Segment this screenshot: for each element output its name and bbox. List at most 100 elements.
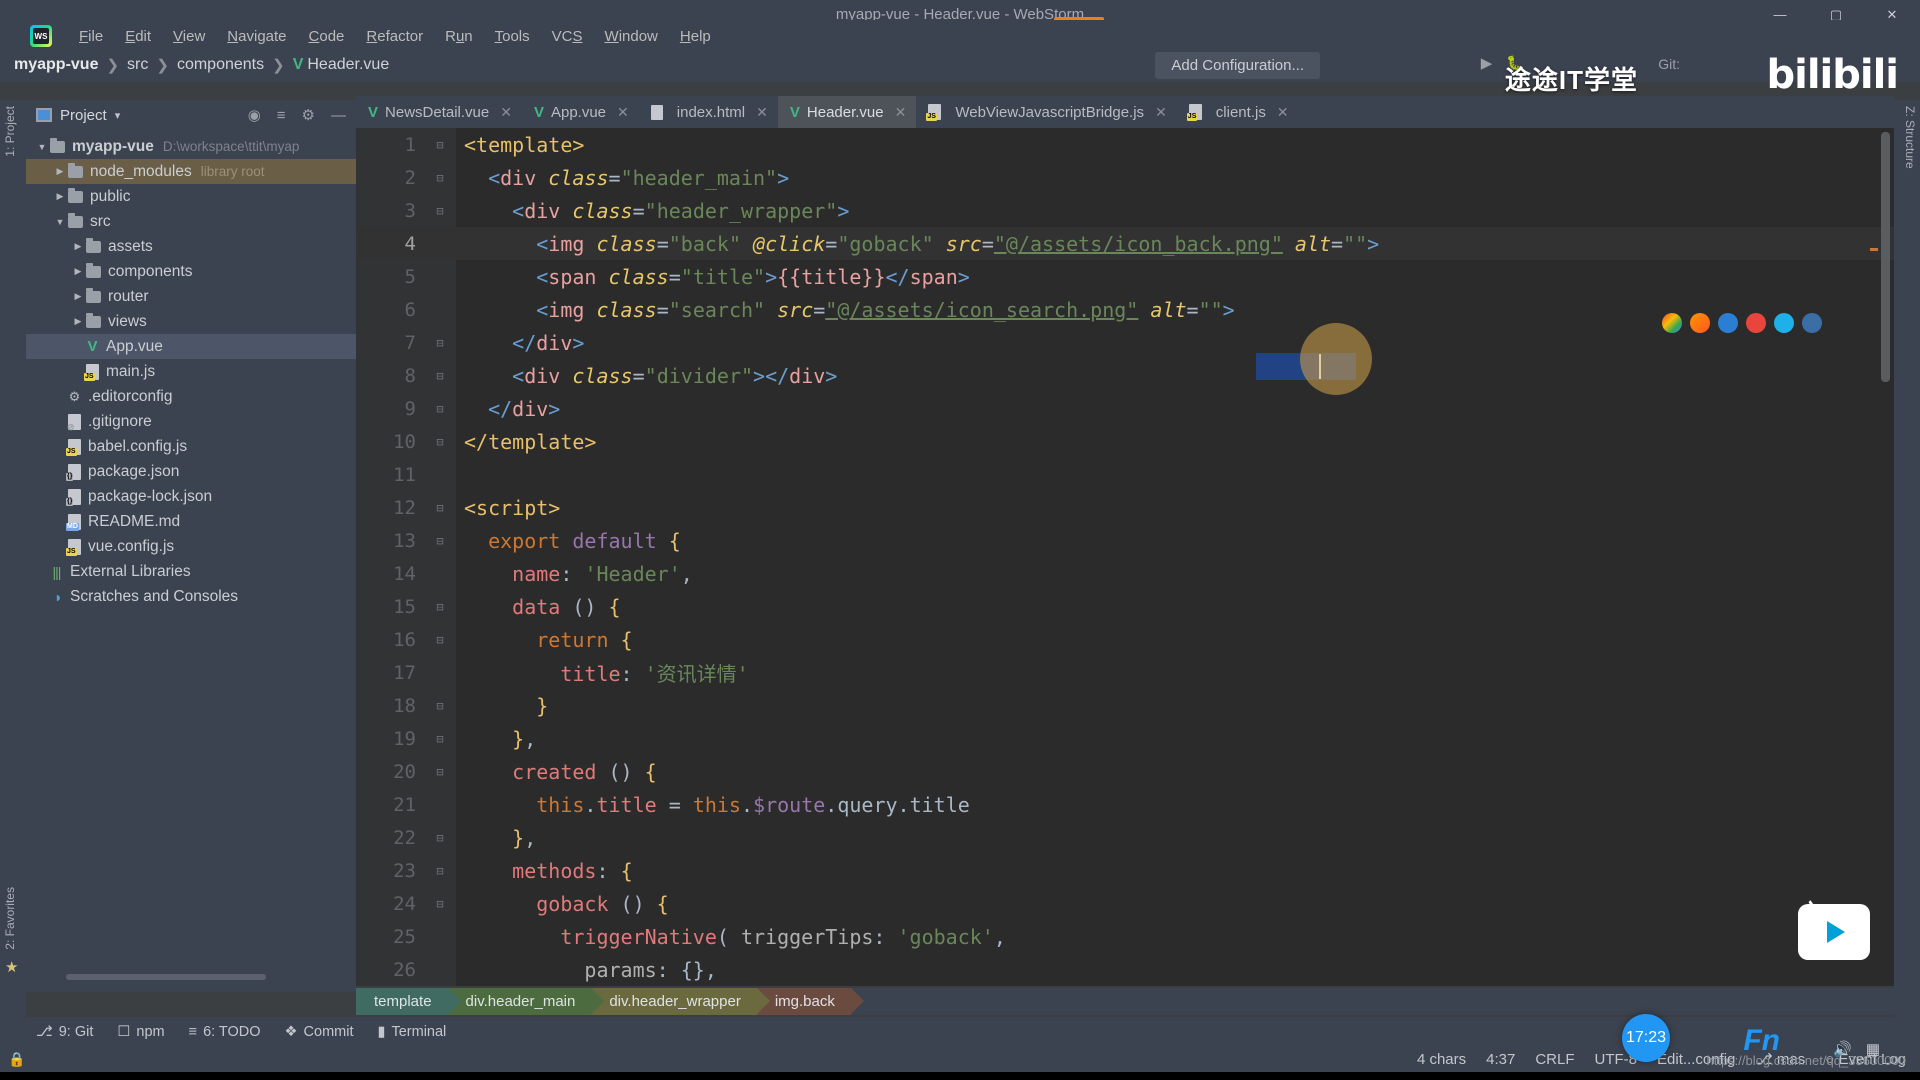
rail-project-label[interactable]: 1: Project bbox=[3, 106, 17, 157]
close-tab-icon[interactable]: ✕ bbox=[1277, 104, 1289, 121]
menu-code[interactable]: Code bbox=[298, 25, 356, 48]
fold-toggle-icon[interactable]: ⊟ bbox=[424, 897, 456, 911]
tree-item-babel-config-js[interactable]: babel.config.js bbox=[26, 434, 356, 459]
code-line-16[interactable]: 16 ⊟ return { bbox=[356, 623, 1894, 656]
code-line-1[interactable]: 1 ⊟ <template> bbox=[356, 128, 1894, 161]
menu-view[interactable]: View bbox=[162, 25, 216, 48]
menu-tools[interactable]: Tools bbox=[484, 25, 541, 48]
tree-item-views[interactable]: ▶ views bbox=[26, 309, 356, 334]
rail-favorites-label[interactable]: 2: Favorites bbox=[3, 887, 17, 950]
chevron-right-icon[interactable]: ▶ bbox=[70, 266, 86, 277]
fold-toggle-icon[interactable]: ⊟ bbox=[424, 369, 456, 383]
project-tree-scrollbar[interactable] bbox=[66, 974, 266, 980]
close-tab-icon[interactable]: ✕ bbox=[617, 104, 629, 121]
code-line-2[interactable]: 2 ⊟ <div class="header_main"> bbox=[356, 161, 1894, 194]
chevron-right-icon[interactable]: ▶ bbox=[52, 191, 68, 202]
tree-item-public[interactable]: ▶ public bbox=[26, 184, 356, 209]
status-lock-icon[interactable]: 🔒 bbox=[8, 1051, 25, 1068]
code-line-18[interactable]: 18 ⊟ } bbox=[356, 689, 1894, 722]
tree-item-myapp-vue[interactable]: ▼ myapp-vue D:\workspace\ttit\myap bbox=[26, 134, 356, 159]
menu-run[interactable]: Run bbox=[434, 25, 484, 48]
tree-item--editorconfig[interactable]: ⚙ .editorconfig bbox=[26, 384, 356, 409]
code-editor[interactable]: 1 ⊟ <template> 2 ⊟ <div class="header_main">… bbox=[356, 128, 1894, 986]
editor-tab-header-vue[interactable]: V Header.vue ✕ bbox=[777, 96, 917, 128]
fold-toggle-icon[interactable]: ⊟ bbox=[424, 402, 456, 416]
fold-toggle-icon[interactable]: ⊟ bbox=[424, 435, 456, 449]
add-configuration-button[interactable]: Add Configuration... bbox=[1155, 52, 1320, 79]
fold-toggle-icon[interactable]: ⊟ bbox=[424, 732, 456, 746]
code-line-20[interactable]: 20 ⊟ created () { bbox=[356, 755, 1894, 788]
locate-icon[interactable]: ◉ bbox=[248, 106, 261, 124]
editor-scrollbar[interactable] bbox=[1881, 132, 1890, 382]
code-line-12[interactable]: 12 ⊟ <script> bbox=[356, 491, 1894, 524]
code-line-24[interactable]: 24 ⊟ goback () { bbox=[356, 887, 1894, 920]
tree-item-vue-config-js[interactable]: vue.config.js bbox=[26, 534, 356, 559]
tool-npm[interactable]: ☐ npm bbox=[117, 1024, 164, 1040]
code-line-9[interactable]: 9 ⊟ </div> bbox=[356, 392, 1894, 425]
chevron-right-icon[interactable]: ▶ bbox=[52, 166, 68, 177]
tree-item-router[interactable]: ▶ router bbox=[26, 284, 356, 309]
safari-icon[interactable] bbox=[1802, 313, 1822, 333]
element-path-div-header-main[interactable]: div.header_main bbox=[447, 988, 605, 1015]
fold-toggle-icon[interactable]: ⊟ bbox=[424, 699, 456, 713]
editor-tab-client-js[interactable]: client.js ✕ bbox=[1177, 96, 1299, 128]
tree-item-assets[interactable]: ▶ assets bbox=[26, 234, 356, 259]
fold-toggle-icon[interactable]: ⊟ bbox=[424, 534, 456, 548]
close-tab-icon[interactable]: ✕ bbox=[500, 104, 512, 121]
close-tab-icon[interactable]: ✕ bbox=[895, 104, 907, 121]
tree-item-app-vue[interactable]: V App.vue bbox=[26, 334, 356, 359]
element-path-template[interactable]: template bbox=[356, 988, 461, 1015]
menu-vcs[interactable]: VCS bbox=[541, 25, 594, 48]
tree-item-main-js[interactable]: main.js bbox=[26, 359, 356, 384]
rail-structure-label[interactable]: Z: Structure bbox=[1903, 106, 1917, 169]
code-line-14[interactable]: 14 name: 'Header', bbox=[356, 557, 1894, 590]
code-line-5[interactable]: 5 <span class="title">{{title}}</span> bbox=[356, 260, 1894, 293]
tree-item-readme-md[interactable]: README.md bbox=[26, 509, 356, 534]
editor-tab-bar[interactable]: V NewsDetail.vue ✕ V App.vue ✕ index.html ✕ V Hea… bbox=[356, 96, 1894, 128]
tree-item-package-json[interactable]: package.json bbox=[26, 459, 356, 484]
fold-toggle-icon[interactable]: ⊟ bbox=[424, 171, 456, 185]
project-tree[interactable]: ▼ myapp-vue D:\workspace\ttit\myap ▶ node_mo… bbox=[26, 130, 356, 992]
element-path-img-back[interactable]: img.back bbox=[756, 988, 864, 1015]
run-icon[interactable]: ▶ bbox=[1481, 54, 1493, 72]
browser-launch-bar[interactable] bbox=[1662, 313, 1822, 333]
code-line-23[interactable]: 23 ⊟ methods: { bbox=[356, 854, 1894, 887]
tool-commit[interactable]: ❖ Commit bbox=[285, 1024, 354, 1040]
fold-toggle-icon[interactable]: ⊟ bbox=[424, 138, 456, 152]
editor-tab-index-html[interactable]: index.html ✕ bbox=[639, 96, 778, 128]
breadcrumb-file[interactable]: Header.vue bbox=[307, 56, 389, 74]
code-line-19[interactable]: 19 ⊟ }, bbox=[356, 722, 1894, 755]
chevron-right-icon[interactable]: ▶ bbox=[70, 241, 86, 252]
code-line-21[interactable]: 21 this.title = this.$route.query.title bbox=[356, 788, 1894, 821]
code-line-11[interactable]: 11 bbox=[356, 458, 1894, 491]
edge-icon[interactable] bbox=[1774, 313, 1794, 333]
close-tab-icon[interactable]: ✕ bbox=[756, 104, 768, 121]
hide-panel-icon[interactable]: — bbox=[331, 107, 346, 124]
fold-toggle-icon[interactable]: ⊟ bbox=[424, 501, 456, 515]
tree-item-node-modules[interactable]: ▶ node_modules library root bbox=[26, 159, 356, 184]
menu-refactor[interactable]: Refactor bbox=[355, 25, 434, 48]
editor-tab-app-vue[interactable]: V App.vue ✕ bbox=[522, 96, 639, 128]
tool-terminal[interactable]: ▮ Terminal bbox=[378, 1024, 447, 1040]
tree-item-external-libraries[interactable]: ||| External Libraries bbox=[26, 559, 356, 584]
menu-window[interactable]: Window bbox=[594, 25, 669, 48]
editor-tab-newsdetail-vue[interactable]: V NewsDetail.vue ✕ bbox=[356, 96, 522, 128]
fold-toggle-icon[interactable]: ⊟ bbox=[424, 204, 456, 218]
element-breadcrumb[interactable]: template div.header_main div.header_wrappe… bbox=[356, 988, 1894, 1015]
fold-toggle-icon[interactable]: ⊟ bbox=[424, 633, 456, 647]
status-caret-position[interactable]: 4:37 bbox=[1486, 1051, 1515, 1068]
tree-item-package-lock-json[interactable]: package-lock.json bbox=[26, 484, 356, 509]
code-line-10[interactable]: 10 ⊟ </template> bbox=[356, 425, 1894, 458]
edge-legacy-icon[interactable] bbox=[1718, 313, 1738, 333]
tool-todo[interactable]: ≡ 6: TODO bbox=[189, 1024, 261, 1040]
chevron-down-icon[interactable]: ▼ bbox=[34, 142, 50, 152]
chrome-icon[interactable] bbox=[1662, 313, 1682, 333]
menu-file[interactable]: File bbox=[68, 25, 114, 48]
code-content[interactable]: 1 ⊟ <template> 2 ⊟ <div class="header_main">… bbox=[356, 128, 1894, 986]
code-line-22[interactable]: 22 ⊟ }, bbox=[356, 821, 1894, 854]
tree-item-scratches-and-consoles[interactable]: ◑ Scratches and Consoles bbox=[26, 584, 356, 609]
menu-navigate[interactable]: Navigate bbox=[216, 25, 297, 48]
menu-edit[interactable]: Edit bbox=[114, 25, 162, 48]
code-line-8[interactable]: 8 ⊟ <div class="divider"></div> bbox=[356, 359, 1894, 392]
breadcrumb-project[interactable]: myapp-vue bbox=[14, 56, 98, 74]
